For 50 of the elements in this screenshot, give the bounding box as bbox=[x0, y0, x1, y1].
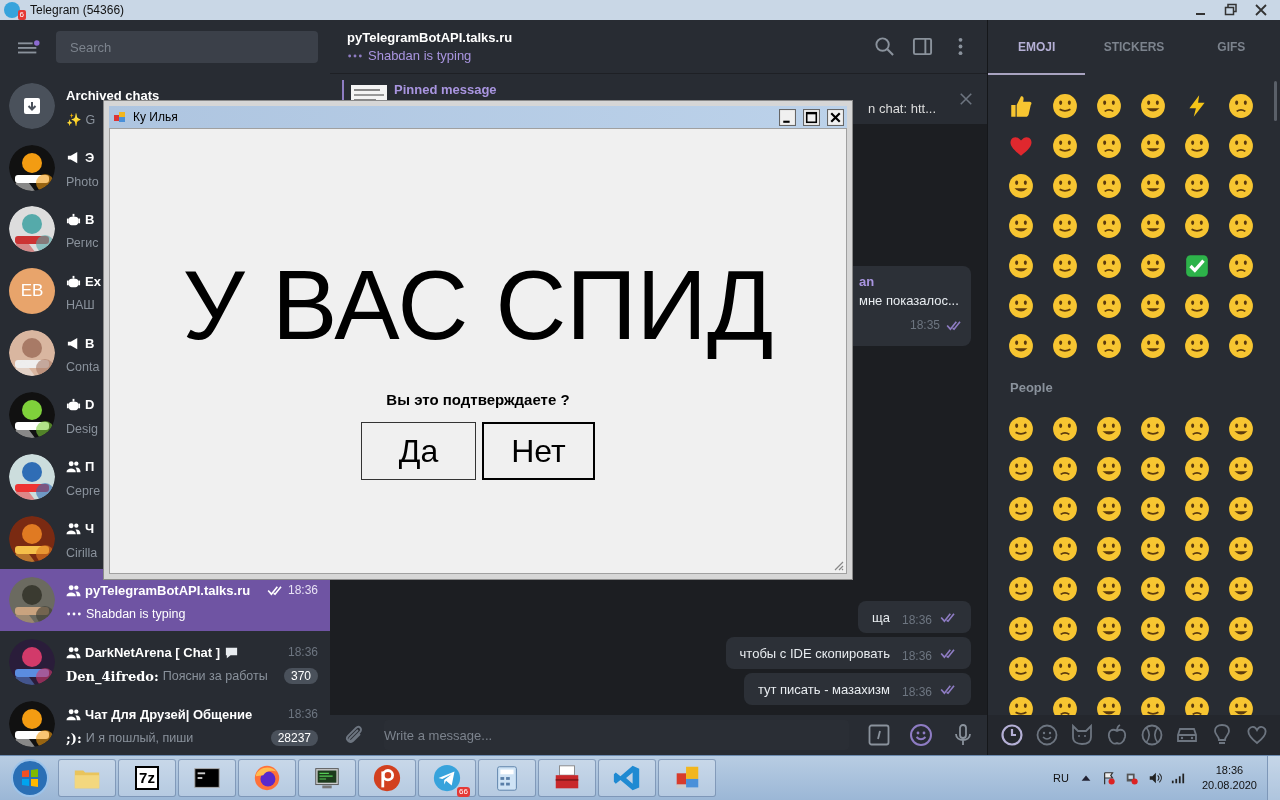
chat-name: pyTelegramBotAPI.talks.ru bbox=[85, 582, 251, 598]
section-heading: People bbox=[1009, 379, 1054, 397]
message-preview: Conta bbox=[66, 360, 100, 375]
chat-name: Ex bbox=[85, 273, 101, 289]
message-time: 18:36 bbox=[287, 707, 318, 722]
message-time: 18:35 bbox=[909, 318, 940, 332]
unread-badge: 66 bbox=[457, 787, 470, 797]
dialog-question: Вы это подтверждаете ? bbox=[386, 391, 570, 408]
message-preview: НАШ bbox=[66, 298, 95, 313]
message-preview: Photo bbox=[66, 174, 99, 189]
message-preview: Shabdan is typing bbox=[86, 607, 186, 622]
dialog-title: Ку Илья bbox=[133, 110, 178, 124]
message-text: чтобы с IDE скопировать bbox=[739, 645, 890, 661]
typing-status: Shabdan is typing bbox=[368, 48, 472, 63]
window-title: Telegram (54366) bbox=[30, 3, 125, 17]
message-text: мне показалос... bbox=[859, 293, 960, 308]
sender-name: an bbox=[859, 274, 876, 289]
unread-count: 28237 bbox=[270, 730, 318, 747]
sender-name: Den_4ifredo: bbox=[66, 668, 159, 684]
chat-name: DarkNetArena [ Chat ] bbox=[85, 644, 221, 660]
chat-title: pyTelegramBotAPI.talks.ru bbox=[347, 30, 514, 45]
unread-count: 370 bbox=[283, 668, 318, 685]
chat-name: Чат Для Друзей| Общение bbox=[85, 706, 253, 722]
chat-name: Ч bbox=[85, 521, 95, 537]
message-preview: И я пошлый, пиши bbox=[85, 731, 194, 746]
chat-name: П bbox=[85, 459, 95, 475]
chat-name: D bbox=[85, 397, 95, 413]
chat-name: Archived chats bbox=[66, 88, 160, 104]
message-text: ща bbox=[872, 609, 890, 625]
pinned-text: n chat: htt... bbox=[868, 101, 936, 116]
message-time: 18:36 bbox=[901, 685, 932, 699]
app-icon-label: 7z bbox=[135, 766, 159, 790]
message-time: 18:36 bbox=[287, 583, 318, 598]
message-time: 18:36 bbox=[901, 649, 932, 663]
chat-name: Э bbox=[85, 150, 95, 166]
chat-name: В bbox=[85, 212, 95, 227]
message-preview: Серге bbox=[66, 483, 101, 498]
pinned-label: Pinned message bbox=[394, 82, 498, 97]
message-preview: Поясни за работы bbox=[162, 669, 268, 684]
sender-name: ;): bbox=[66, 730, 82, 746]
unread-badge: 6 bbox=[17, 10, 26, 20]
message-preview: ✨ G bbox=[66, 112, 96, 128]
message-text: тут писать - мазахизм bbox=[757, 681, 890, 697]
message-preview: Регис bbox=[66, 236, 99, 251]
message-time: 18:36 bbox=[287, 645, 318, 660]
avatar-initials: EB bbox=[9, 268, 55, 315]
message-preview: Cirilla bbox=[66, 545, 98, 560]
message-preview: Desig bbox=[66, 421, 98, 436]
chat-name: В bbox=[85, 335, 95, 351]
message-time: 18:36 bbox=[901, 613, 932, 627]
